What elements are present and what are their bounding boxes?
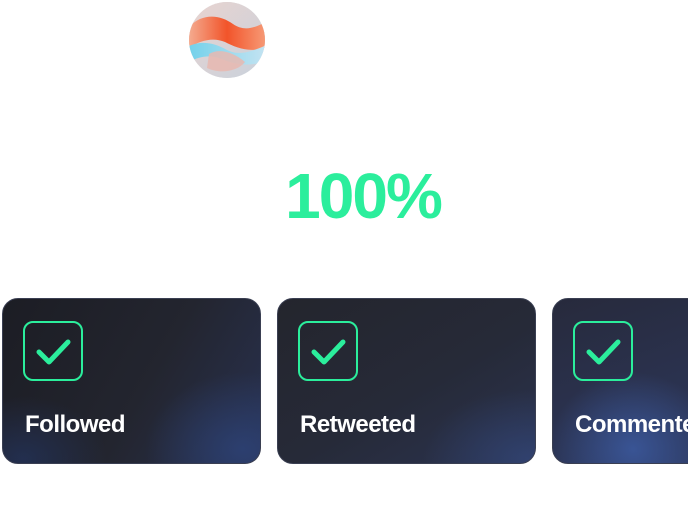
checkmark-icon xyxy=(586,339,621,365)
abstract-avatar-image xyxy=(189,2,265,78)
task-card-retweeted[interactable]: Retweeted xyxy=(277,298,536,464)
task-check-box xyxy=(23,321,83,381)
avatar xyxy=(189,2,265,78)
task-check-box xyxy=(298,321,358,381)
task-progress-page: 100% Followed Retweeted Comment xyxy=(0,0,688,517)
task-card-followed[interactable]: Followed xyxy=(2,298,261,464)
task-check-box xyxy=(573,321,633,381)
task-card-commented[interactable]: Commented xyxy=(552,298,688,464)
task-card-list: Followed Retweeted Commented xyxy=(2,298,688,464)
task-label: Commented xyxy=(575,411,688,438)
checkmark-icon xyxy=(36,339,71,365)
checkmark-icon xyxy=(311,339,346,365)
progress-percentage: 100% xyxy=(285,160,443,232)
task-label: Followed xyxy=(25,411,126,438)
task-label: Retweeted xyxy=(300,411,416,438)
